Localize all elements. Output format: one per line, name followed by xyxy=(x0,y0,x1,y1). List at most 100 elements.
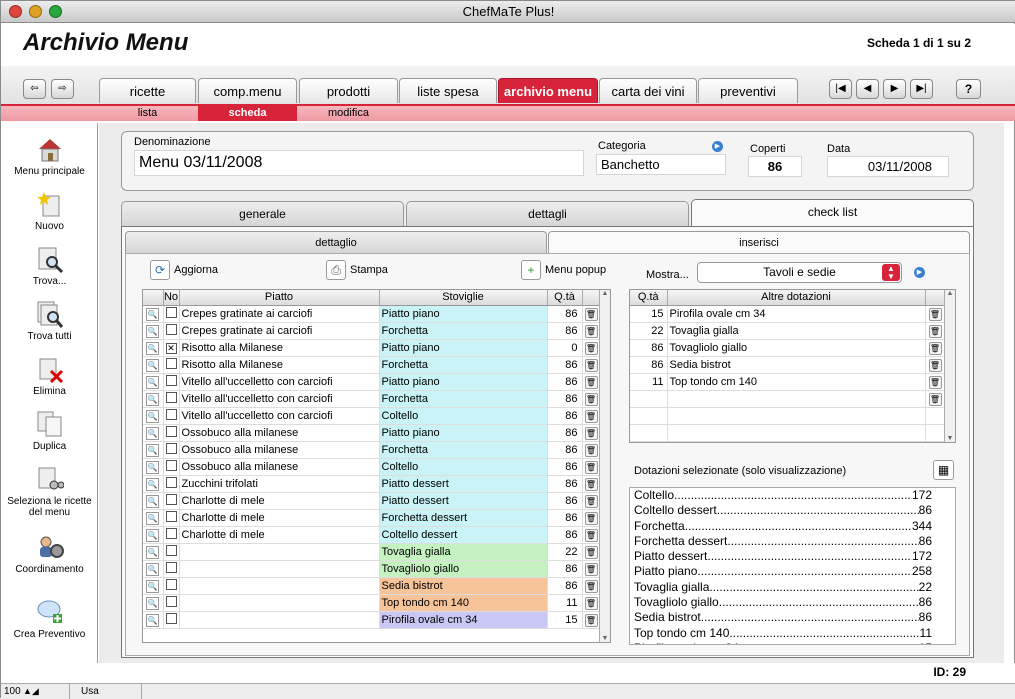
magnifier-icon[interactable]: 🔍 xyxy=(146,477,160,491)
magnifier-icon[interactable]: 🔍 xyxy=(146,426,160,440)
back-button[interactable]: ⇦ xyxy=(23,79,46,99)
qta-cell[interactable]: 86 xyxy=(547,373,583,391)
qta-header[interactable]: Q.tà xyxy=(547,290,583,306)
qta-cell[interactable]: 86 xyxy=(547,407,583,425)
trash-icon[interactable]: 🗑 xyxy=(584,443,598,457)
tab-liste-spesa[interactable]: liste spesa xyxy=(399,78,497,103)
row-checkbox[interactable] xyxy=(165,426,177,437)
stoviglie-cell[interactable]: Piatto dessert xyxy=(379,475,548,493)
forward-button[interactable]: ⇨ xyxy=(51,79,74,99)
row-checkbox[interactable] xyxy=(165,307,177,318)
dotazione-cell[interactable]: Tovagliolo giallo xyxy=(667,339,926,357)
row-checkbox[interactable] xyxy=(165,596,177,607)
tab-ricette[interactable]: ricette xyxy=(99,78,196,103)
piatto-cell[interactable]: Vitello all'uccelletto con carciofi xyxy=(179,373,380,391)
row-checkbox[interactable] xyxy=(165,511,177,522)
help-button[interactable]: ? xyxy=(956,79,981,99)
trash-icon[interactable]: 🗑 xyxy=(584,392,598,406)
stoviglie-cell[interactable]: Coltello dessert xyxy=(379,526,548,544)
dotazione-cell[interactable] xyxy=(667,390,926,408)
table-row[interactable]: 🔍 Crepes gratinate ai carciofi Forchetta 86… xyxy=(143,322,601,340)
piatto-cell[interactable]: Charlotte di mele xyxy=(179,492,380,510)
stoviglie-scrollbar[interactable]: ▲ ▼ xyxy=(599,290,610,642)
trash-icon[interactable]: 🗑 xyxy=(584,477,598,491)
sidebar-item-crea-preventivo[interactable]: Crea Preventivo xyxy=(1,598,98,640)
sidebar-item-duplica[interactable]: Duplica xyxy=(1,410,98,452)
piatto-cell[interactable]: Crepes gratinate ai carciofi xyxy=(179,322,380,340)
magnifier-icon[interactable]: 🔍 xyxy=(146,613,160,627)
piatto-cell[interactable]: Risotto alla Milanese xyxy=(179,356,380,374)
qta-cell[interactable]: 86 xyxy=(547,509,583,527)
magnifier-icon[interactable]: 🔍 xyxy=(146,545,160,559)
sidebar-item-menu-principale[interactable]: Menu principale xyxy=(1,135,98,177)
tab-archivio-menu[interactable]: archivio menu xyxy=(498,78,598,103)
sidebar-item-trova-tutti[interactable]: Trova tutti xyxy=(1,300,98,342)
qta-cell[interactable]: 11 xyxy=(630,373,668,391)
piatto-cell[interactable]: Zucchini trifolati xyxy=(179,475,380,493)
row-checkbox[interactable] xyxy=(165,494,177,505)
dotazione-cell[interactable]: Top tondo cm 140 xyxy=(667,373,926,391)
table-row[interactable]: 🔍 Tovaglia gialla 22 🗑 xyxy=(143,543,601,561)
subtab-modifica[interactable]: modifica xyxy=(299,106,398,121)
qta-cell[interactable]: 22 xyxy=(547,543,583,561)
denominazione-field[interactable]: Menu 03/11/2008 xyxy=(134,150,584,176)
magnifier-icon[interactable]: 🔍 xyxy=(146,307,160,321)
row-checkbox[interactable] xyxy=(165,579,177,590)
piatto-cell[interactable]: Risotto alla Milanese xyxy=(179,339,380,357)
stoviglie-cell[interactable]: Forchetta dessert xyxy=(379,509,548,527)
magnifier-icon[interactable]: 🔍 xyxy=(146,460,160,474)
qta-cell[interactable]: 86 xyxy=(547,305,583,323)
magnifier-icon[interactable]: 🔍 xyxy=(146,409,160,423)
tab-prodotti[interactable]: prodotti xyxy=(299,78,398,103)
qta-cell[interactable] xyxy=(630,390,668,408)
aggiorna-button[interactable]: ⟳ Aggiorna xyxy=(150,260,218,281)
sidebar-item-trova[interactable]: Trova... xyxy=(1,245,98,287)
trash-icon[interactable]: 🗑 xyxy=(584,494,598,508)
table-row[interactable]: 22 Tovaglia gialla 🗑 xyxy=(630,322,946,340)
qta-cell[interactable]: 0 xyxy=(547,339,583,357)
row-checkbox[interactable] xyxy=(165,562,177,573)
trash-icon[interactable]: 🗑 xyxy=(584,511,598,525)
piatto-cell[interactable]: Charlotte di mele xyxy=(179,509,380,527)
tab-check-list[interactable]: check list xyxy=(691,199,974,226)
qta-cell[interactable]: 86 xyxy=(630,356,668,374)
magnifier-icon[interactable]: 🔍 xyxy=(146,596,160,610)
table-row[interactable]: 🔍 Charlotte di mele Forchetta dessert 86 🗑 xyxy=(143,509,601,527)
trash-icon[interactable]: 🗑 xyxy=(928,324,942,338)
magnifier-icon[interactable]: 🔍 xyxy=(146,358,160,372)
table-row[interactable]: 🔍 Pirofila ovale cm 34 15 🗑 xyxy=(143,611,601,629)
stoviglie-cell[interactable]: Coltello xyxy=(379,407,548,425)
tab-dettagli[interactable]: dettagli xyxy=(406,201,689,226)
zoom-level[interactable]: 100 xyxy=(4,686,21,697)
sidebar-item-nuovo[interactable]: Nuovo xyxy=(1,190,98,232)
piatto-cell[interactable] xyxy=(179,611,380,629)
dotazione-cell[interactable]: Tovaglia gialla xyxy=(667,322,926,340)
tab-generale[interactable]: generale xyxy=(121,201,404,226)
trash-icon[interactable]: 🗑 xyxy=(584,562,598,576)
piatto-header[interactable]: Piatto xyxy=(179,290,380,306)
trash-icon[interactable]: 🗑 xyxy=(928,341,942,355)
stoviglie-header[interactable]: Stoviglie xyxy=(379,290,548,306)
row-checkbox[interactable] xyxy=(165,613,177,624)
trash-icon[interactable]: 🗑 xyxy=(584,341,598,355)
qta-cell[interactable]: 86 xyxy=(547,390,583,408)
table-row[interactable]: 🔍 ✕ Risotto alla Milanese Piatto piano 0 🗑 xyxy=(143,339,601,357)
piatto-cell[interactable] xyxy=(179,577,380,595)
table-row[interactable]: 🔍 Ossobuco alla milanese Coltello 86 🗑 xyxy=(143,458,601,476)
coperti-field[interactable]: 86 xyxy=(748,156,802,177)
trash-icon[interactable]: 🗑 xyxy=(928,392,942,406)
close-window-button[interactable] xyxy=(9,5,22,18)
table-row[interactable]: 🔍 Tovagliolo giallo 86 🗑 xyxy=(143,560,601,578)
trash-icon[interactable]: 🗑 xyxy=(584,426,598,440)
info-arrow-icon-2[interactable]: ▶ xyxy=(914,267,925,278)
stoviglie-cell[interactable]: Piatto piano xyxy=(379,373,548,391)
row-checkbox[interactable] xyxy=(165,324,177,335)
trash-icon[interactable]: 🗑 xyxy=(928,307,942,321)
piatto-cell[interactable]: Vitello all'uccelletto con carciofi xyxy=(179,407,380,425)
previous-record-button[interactable]: ◀ xyxy=(856,79,879,99)
qta-cell[interactable]: 86 xyxy=(547,526,583,544)
magnifier-icon[interactable]: 🔍 xyxy=(146,324,160,338)
magnifier-icon[interactable]: 🔍 xyxy=(146,528,160,542)
qta-cell[interactable]: 86 xyxy=(547,424,583,442)
tab-inserisci[interactable]: inserisci xyxy=(548,231,970,253)
